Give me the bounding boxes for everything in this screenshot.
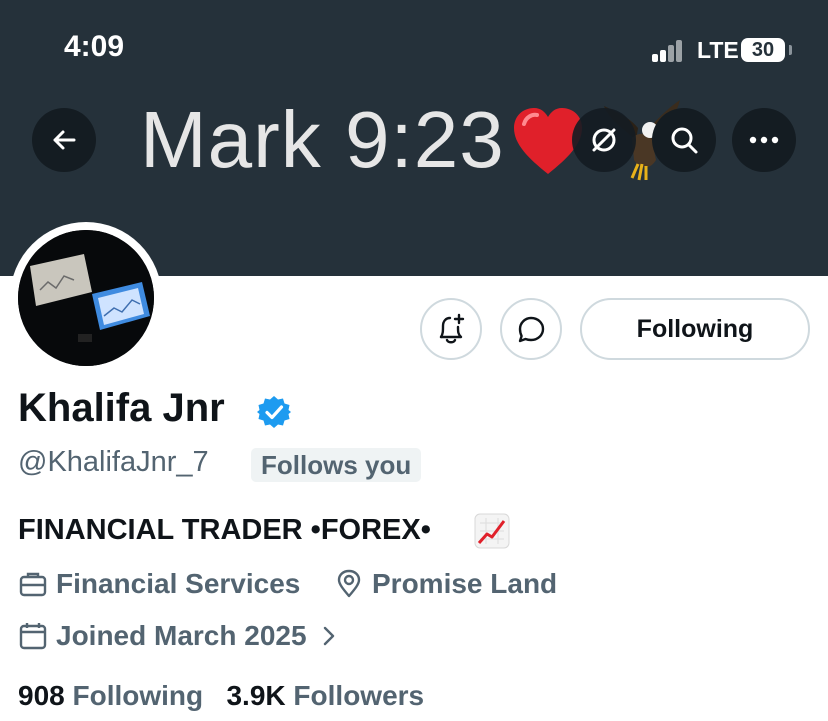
- profile-joined[interactable]: Joined March 2025: [18, 620, 341, 652]
- avatar-image: [18, 230, 154, 366]
- location-pin-icon: [337, 569, 361, 598]
- signal-icon: [652, 38, 692, 62]
- display-name: Khalifa Jnr: [18, 386, 225, 430]
- calendar-icon: [19, 623, 47, 650]
- battery-tip: [789, 45, 792, 55]
- location-text: Promise Land: [372, 568, 558, 599]
- banner-text: Mark 9:23: [140, 95, 505, 184]
- followers-count: 3.9K: [226, 680, 286, 711]
- search-icon: [671, 127, 698, 154]
- message-button[interactable]: [500, 298, 562, 360]
- followers-stat[interactable]: 3.9K Followers: [226, 680, 424, 711]
- arrow-left-icon: [53, 130, 76, 150]
- briefcase-icon: [19, 572, 47, 597]
- follow-stats: 908 Following 3.9K Followers: [18, 680, 424, 712]
- back-button[interactable]: [32, 108, 96, 172]
- verified-badge-icon: [257, 396, 291, 428]
- slash-circle-icon: [592, 128, 616, 152]
- category-text: Financial Services: [56, 568, 301, 599]
- notifications-button[interactable]: [420, 298, 482, 360]
- more-horizontal-icon: [749, 136, 779, 144]
- profile-category: Financial Services: [18, 568, 300, 600]
- user-handle: @KhalifaJnr_7: [18, 446, 209, 478]
- chart-increasing-icon: [474, 513, 510, 549]
- battery-icon: 30: [741, 38, 785, 62]
- chevron-right-icon: [323, 626, 334, 646]
- following-button[interactable]: Following: [580, 298, 810, 360]
- search-button[interactable]: [652, 108, 716, 172]
- followers-label: Followers: [293, 680, 425, 711]
- following-stat[interactable]: 908 Following: [18, 680, 203, 711]
- status-time: 4:09: [64, 30, 125, 63]
- joined-text: Joined March 2025: [56, 620, 307, 651]
- follows-you-badge: Follows you: [251, 448, 422, 482]
- bio-text: FINANCIAL TRADER •FOREX•: [18, 514, 431, 546]
- more-button[interactable]: [732, 108, 796, 172]
- avatar[interactable]: [18, 230, 154, 366]
- following-count: 908: [18, 680, 65, 711]
- bell-plus-icon: [439, 313, 465, 344]
- profile-location: Promise Land: [334, 568, 557, 600]
- grok-button[interactable]: [572, 108, 636, 172]
- chat-bubble-icon: [518, 316, 545, 343]
- network-type: LTE: [697, 37, 739, 63]
- following-label: Following: [72, 680, 204, 711]
